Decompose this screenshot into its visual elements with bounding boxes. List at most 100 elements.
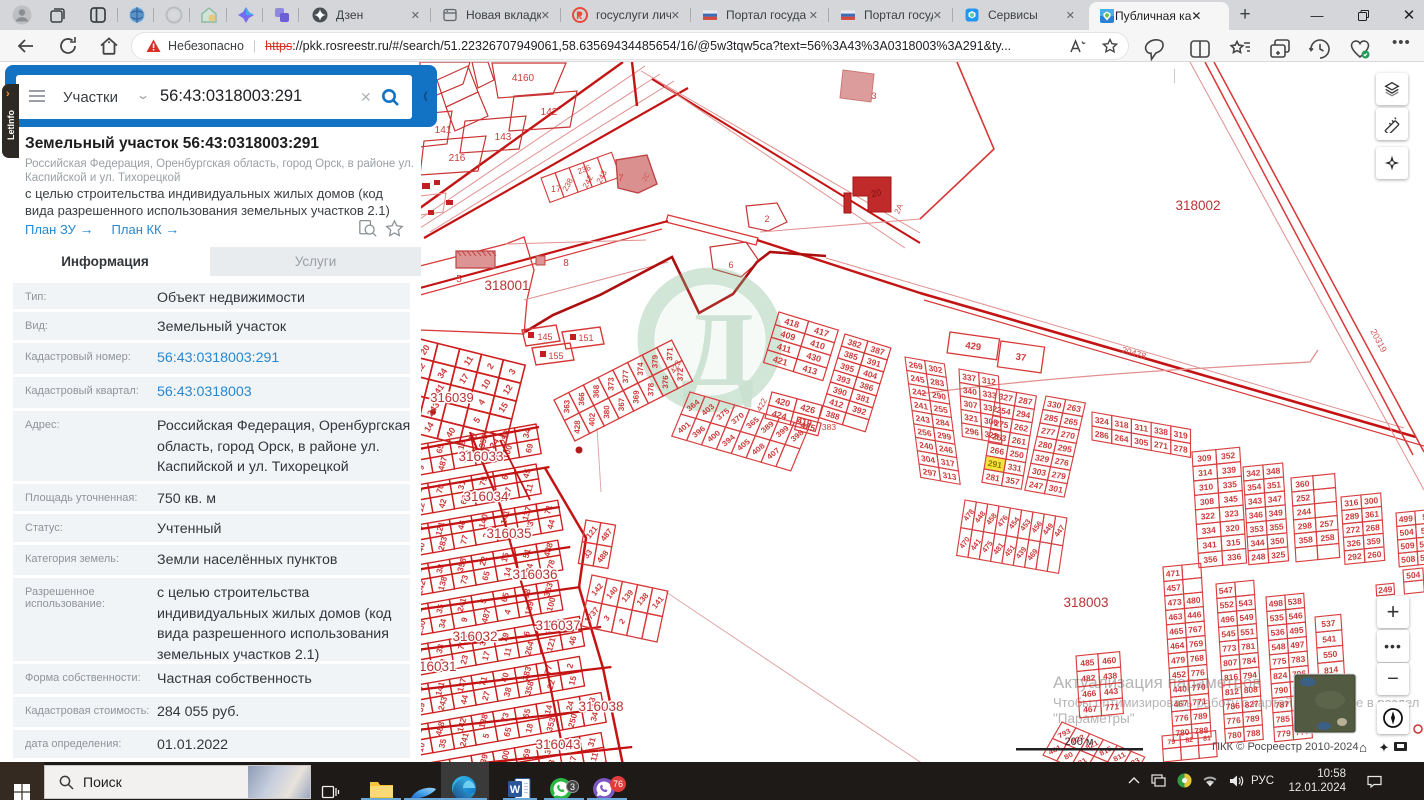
svg-text:216: 216: [449, 153, 466, 164]
svg-text:781: 781: [1241, 641, 1256, 652]
svg-text:353: 353: [1249, 523, 1264, 534]
svg-text:325: 325: [1271, 549, 1286, 560]
svg-text:479: 479: [1171, 654, 1186, 665]
svg-text:379: 379: [651, 354, 660, 368]
svg-text:482: 482: [1081, 672, 1096, 683]
svg-text:505: 505: [1420, 552, 1424, 563]
svg-text:443: 443: [1104, 686, 1119, 697]
svg-text:496: 496: [1220, 614, 1235, 625]
svg-text:538: 538: [1287, 596, 1302, 607]
svg-text:812: 812: [1225, 686, 1240, 697]
svg-text:346: 346: [1249, 509, 1264, 520]
svg-text:320: 320: [1225, 522, 1240, 533]
svg-text:323: 323: [1224, 508, 1239, 519]
svg-text:779: 779: [1276, 728, 1291, 739]
svg-text:383: 383: [822, 422, 836, 432]
svg-text:360: 360: [1295, 478, 1310, 489]
svg-text:268: 268: [1365, 522, 1380, 533]
svg-text:368: 368: [592, 384, 601, 398]
svg-text:473: 473: [1167, 597, 1182, 608]
svg-text:⌂: ⌂: [1359, 740, 1367, 755]
svg-text:345: 345: [1223, 493, 1238, 504]
svg-text:350: 350: [1270, 535, 1285, 546]
svg-text:Д: Д: [682, 291, 755, 408]
svg-text:145: 145: [537, 332, 552, 342]
svg-text:767: 767: [1188, 624, 1203, 635]
svg-text:460: 460: [1102, 655, 1117, 666]
svg-text:354: 354: [1247, 481, 1262, 492]
svg-text:W: W: [510, 784, 521, 796]
svg-text:155: 155: [548, 351, 563, 361]
svg-text:272: 272: [1346, 524, 1361, 535]
svg-text:446: 446: [1187, 609, 1202, 620]
svg-text:467: 467: [1083, 703, 1098, 714]
svg-text:769: 769: [1189, 638, 1204, 649]
svg-text:343: 343: [1248, 495, 1263, 506]
svg-text:341: 341: [1202, 539, 1217, 550]
svg-text:549: 549: [1239, 612, 1254, 623]
svg-text:463: 463: [1168, 611, 1183, 622]
svg-text:309: 309: [1197, 452, 1212, 463]
svg-text:347: 347: [1268, 493, 1283, 504]
svg-text:361: 361: [1365, 509, 1380, 520]
svg-text:316036: 316036: [512, 567, 557, 582]
svg-text:141: 141: [435, 125, 452, 136]
svg-text:498: 498: [1269, 598, 1284, 609]
svg-text:8: 8: [563, 258, 569, 269]
svg-text:788: 788: [1246, 727, 1261, 738]
svg-text:784: 784: [1242, 655, 1257, 666]
svg-text:336: 336: [1227, 551, 1242, 562]
svg-text:51: 51: [1421, 525, 1424, 536]
svg-text:257: 257: [1319, 518, 1334, 529]
svg-text:3: 3: [871, 91, 876, 101]
svg-text:508: 508: [1401, 554, 1416, 565]
svg-text:200 м: 200 м: [1065, 736, 1094, 748]
svg-text:352: 352: [1221, 450, 1236, 461]
svg-text:771: 771: [1192, 696, 1207, 707]
svg-text:356: 356: [1203, 554, 1218, 565]
svg-text:316038: 316038: [578, 699, 623, 714]
svg-text:37: 37: [1015, 352, 1027, 364]
svg-text:316043: 316043: [535, 737, 580, 752]
svg-text:316033: 316033: [458, 449, 503, 464]
svg-text:358: 358: [1298, 534, 1313, 545]
svg-text:318003: 318003: [1063, 595, 1108, 610]
svg-text:552: 552: [1219, 599, 1234, 610]
svg-text:789: 789: [1193, 710, 1208, 721]
svg-text:335: 335: [1223, 479, 1238, 490]
svg-text:790: 790: [1274, 684, 1289, 695]
svg-text:543: 543: [1238, 597, 1253, 608]
svg-text:318002: 318002: [1175, 198, 1220, 213]
svg-text:541: 541: [1322, 633, 1337, 644]
svg-text:300: 300: [1364, 495, 1379, 506]
svg-text:773: 773: [1222, 642, 1237, 653]
svg-text:334: 334: [1201, 525, 1216, 536]
svg-text:377: 377: [621, 369, 630, 383]
svg-text:783: 783: [1291, 654, 1306, 665]
svg-text:252: 252: [1296, 492, 1311, 503]
svg-text:260: 260: [1367, 549, 1382, 560]
svg-text:786: 786: [1225, 700, 1240, 711]
svg-text:151: 151: [578, 333, 593, 343]
svg-text:79: 79: [1167, 739, 1175, 747]
svg-text:7: 7: [618, 173, 623, 183]
svg-text:316035: 316035: [486, 526, 531, 541]
svg-text:464: 464: [1170, 640, 1185, 651]
svg-text:438: 438: [1103, 670, 1118, 681]
svg-text:344: 344: [1250, 537, 1265, 548]
svg-text:248: 248: [1251, 551, 1266, 562]
svg-text:776: 776: [1226, 715, 1241, 726]
svg-text:485: 485: [1080, 657, 1095, 668]
svg-text:258: 258: [1320, 532, 1335, 543]
svg-text:457: 457: [1166, 582, 1181, 593]
svg-text:770: 770: [1191, 681, 1206, 692]
svg-text:794: 794: [1243, 670, 1258, 681]
svg-text:5: 5: [456, 274, 462, 285]
svg-text:807: 807: [1223, 657, 1238, 668]
svg-text:316: 316: [1344, 497, 1359, 508]
svg-text:380: 380: [602, 405, 611, 419]
svg-text:378: 378: [646, 382, 655, 396]
svg-text:785: 785: [1275, 713, 1290, 724]
svg-text:776: 776: [1174, 712, 1189, 723]
svg-text:771: 771: [1105, 701, 1120, 712]
